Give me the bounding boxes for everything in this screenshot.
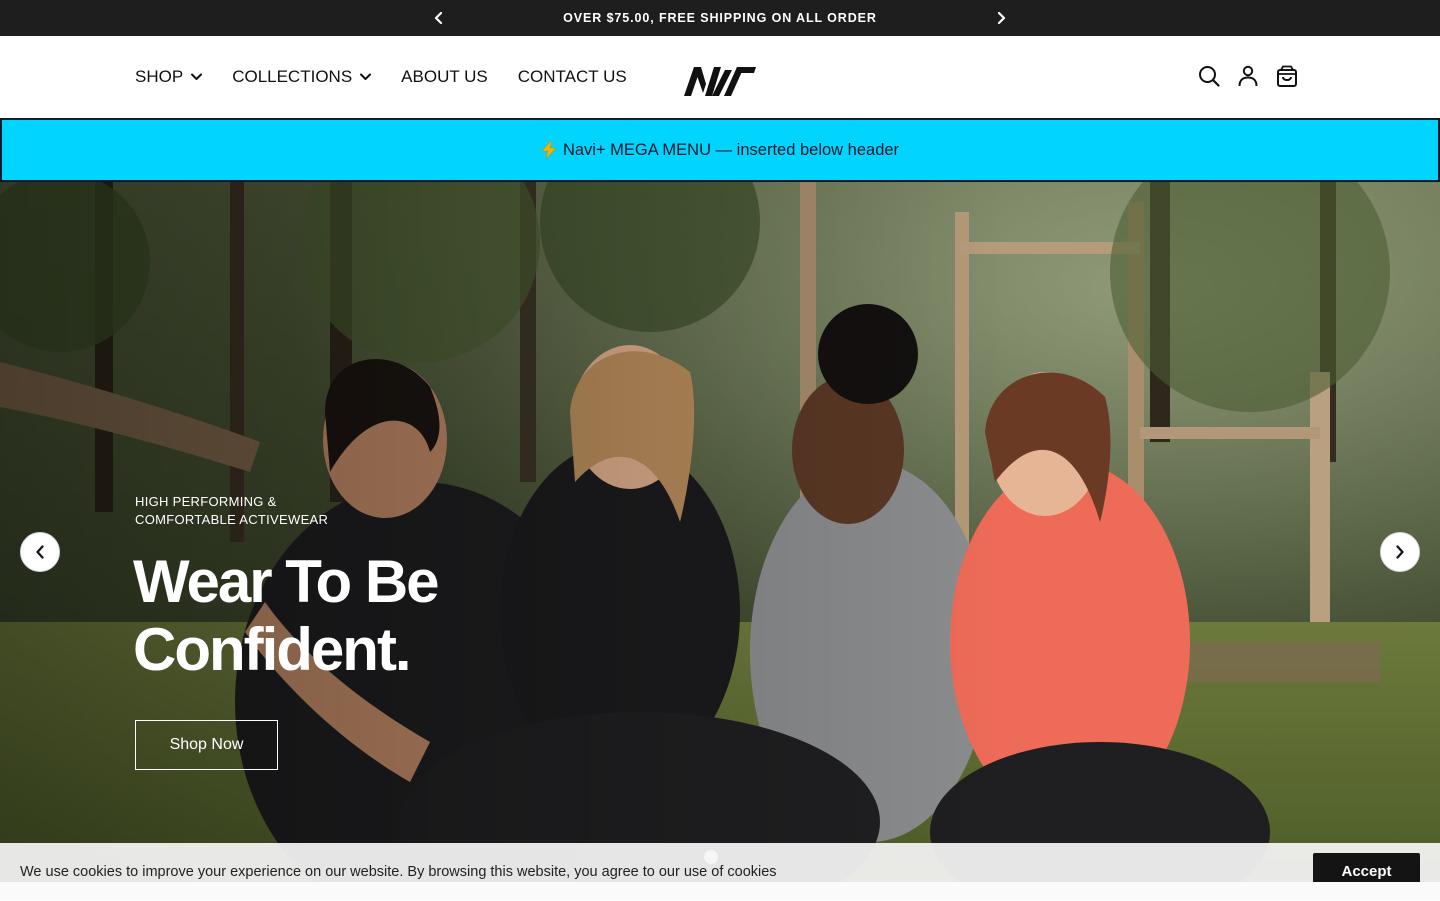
- chevron-left-icon: [36, 545, 44, 559]
- chevron-down-icon: [360, 73, 372, 81]
- nav-item-label: SHOP: [135, 67, 184, 86]
- cookie-banner: We use cookies to improve your experienc…: [0, 843, 1440, 890]
- slider-next-button[interactable]: [1380, 532, 1420, 572]
- search-icon: [1199, 66, 1220, 87]
- hero-slider: HIGH PERFORMING & COMFORTABLE ACTIVEWEAR…: [0, 182, 1440, 900]
- nav-item-about-us[interactable]: ABOUT US: [401, 67, 488, 87]
- mega-menu-label: Navi+ MEGA MENU — inserted below header: [562, 140, 900, 159]
- nav-item-collections[interactable]: COLLECTIONS: [232, 67, 372, 87]
- hero-subtitle-line: COMFORTABLE ACTIVEWEAR: [135, 512, 329, 527]
- search-button[interactable]: [1197, 64, 1221, 88]
- account-icon: [1238, 65, 1258, 87]
- mega-menu-banner[interactable]: Navi+ MEGA MENU — inserted below header: [0, 118, 1440, 182]
- nw-logo-icon: [684, 67, 756, 96]
- hero-subtitle-line: HIGH PERFORMING &: [135, 494, 277, 509]
- main-nav: SHOP COLLECTIONS ABOUT US CONTACT US: [135, 36, 657, 118]
- page-bottom-strip: [0, 882, 1440, 900]
- hero-heading: Wear To Be Confident.: [133, 548, 563, 684]
- site-header: SHOP COLLECTIONS ABOUT US CONTACT US: [0, 36, 1440, 118]
- nav-item-contact-us[interactable]: CONTACT US: [518, 67, 627, 87]
- lightning-icon: [541, 141, 557, 159]
- hero-overlay: [0, 182, 1440, 900]
- nav-item-label: CONTACT US: [517, 67, 627, 86]
- brand-logo[interactable]: [684, 64, 756, 96]
- hero-subtitle: HIGH PERFORMING & COMFORTABLE ACTIVEWEAR: [135, 493, 395, 529]
- cart-button[interactable]: [1275, 64, 1299, 88]
- account-button[interactable]: [1236, 64, 1260, 88]
- announcement-next-button[interactable]: [991, 8, 1011, 28]
- cart-icon: [1277, 65, 1297, 87]
- slider-prev-button[interactable]: [20, 532, 60, 572]
- header-actions: [1197, 64, 1314, 88]
- announcement-text: OVER $75.00, FREE SHIPPING ON ALL ORDER: [563, 11, 877, 25]
- hero-heading-line: Confident.: [133, 616, 412, 683]
- hero-heading-line: Wear To Be: [133, 548, 440, 615]
- chevron-down-icon: [191, 73, 203, 81]
- announcement-bar: OVER $75.00, FREE SHIPPING ON ALL ORDER: [0, 0, 1440, 36]
- chevron-right-icon: [1396, 545, 1404, 559]
- chevron-right-icon: [997, 12, 1006, 24]
- nav-item-label: ABOUT US: [401, 67, 488, 86]
- shop-now-button[interactable]: Shop Now: [135, 720, 278, 770]
- nav-item-label: COLLECTIONS: [232, 67, 353, 86]
- nav-item-shop[interactable]: SHOP: [135, 67, 203, 87]
